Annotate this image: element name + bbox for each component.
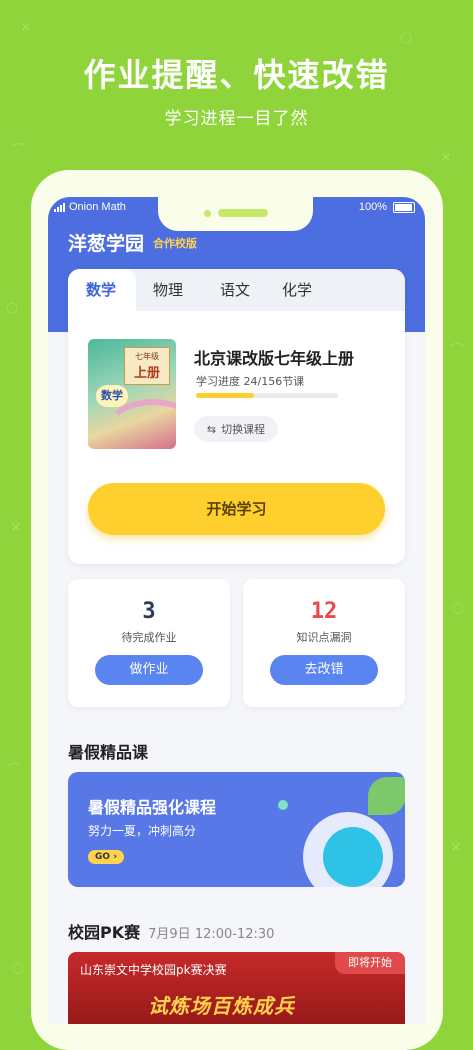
knowledge-gap-count: 12 <box>310 599 338 624</box>
pk-time: 7月9日 12:00-12:30 <box>148 927 275 942</box>
homework-count: 3 <box>142 599 156 624</box>
go-badge[interactable]: GO › <box>88 850 124 864</box>
progress-bar <box>196 393 338 398</box>
chevron-right-icon: › <box>113 852 117 862</box>
app-brand: 洋葱学园 <box>68 233 145 255</box>
course-title: 北京课改版七年级上册 <box>194 349 355 368</box>
brand-tag: 合作校版 <box>153 237 197 250</box>
status-bar-right: 100% <box>359 201 415 213</box>
tab-math[interactable]: 数学 <box>86 279 116 300</box>
summer-section-title: 暑假精品课 <box>68 743 149 762</box>
status-bar-left: Onion Math <box>54 201 126 213</box>
cover-label: 七年级 上册 <box>124 347 170 385</box>
go-label: GO <box>95 852 111 862</box>
progress-fill <box>196 393 255 398</box>
summer-card-subtitle: 努力一夏，冲刺高分 <box>88 824 197 838</box>
homework-card: 3 待完成作业 做作业 <box>68 579 230 707</box>
upcoming-badge: 即将开始 <box>335 952 405 974</box>
camera-dot <box>204 210 211 217</box>
progress-label: 学习进度 24/156节课 <box>196 375 305 388</box>
tab-chinese[interactable]: 语文 <box>220 279 250 300</box>
leaf-icon <box>368 777 405 815</box>
start-learning-button[interactable]: 开始学习 <box>88 483 385 535</box>
dot-decoration <box>278 800 288 810</box>
app-screen: Onion Math 100% 洋葱学园 合作校版 数学 物理 语文 化学 七年… <box>48 197 425 1024</box>
signal-icon <box>54 202 65 212</box>
tab-chemistry[interactable]: 化学 <box>282 279 312 300</box>
switch-course-label: 切换课程 <box>221 423 266 436</box>
mascot-icon <box>323 827 383 887</box>
mistakes-card: 12 知识点漏洞 去改错 <box>243 579 405 707</box>
pk-banner-title: 山东崇文中学校园pk赛决赛 <box>80 963 227 977</box>
subject-tabs: 数学 物理 语文 化学 <box>68 269 405 311</box>
pk-event-banner[interactable]: 山东崇文中学校园pk赛决赛 即将开始 试炼场百炼成兵 <box>68 952 405 1024</box>
pk-section-title: 校园PK赛 7月9日 12:00-12:30 <box>68 919 274 943</box>
switch-course-button[interactable]: ⇆ 切换课程 <box>194 416 278 442</box>
promo-headline: 作业提醒、快速改错 <box>83 56 390 94</box>
cover-grade: 七年级 <box>135 352 159 361</box>
cover-subject: 数学 <box>96 385 128 407</box>
summer-course-banner[interactable]: 暑假精品强化课程 努力一夏，冲刺高分 GO › <box>68 772 405 887</box>
pk-title: 校园PK赛 <box>68 923 141 942</box>
swap-icon: ⇆ <box>206 422 217 436</box>
speaker-grille <box>218 209 268 217</box>
do-homework-button[interactable]: 做作业 <box>95 655 203 685</box>
carrier-name: Onion Math <box>69 201 126 213</box>
knowledge-gap-label: 知识点漏洞 <box>296 631 352 644</box>
pk-slogan: 试炼场百炼成兵 <box>148 994 295 1018</box>
homework-label: 待完成作业 <box>121 631 177 644</box>
textbook-cover[interactable]: 七年级 上册 数学 <box>88 339 176 449</box>
tab-physics[interactable]: 物理 <box>153 279 183 300</box>
promo-subline: 学习进程一目了然 <box>164 109 309 129</box>
battery-icon <box>393 201 415 213</box>
fix-mistakes-button[interactable]: 去改错 <box>270 655 378 685</box>
battery-percent: 100% <box>358 201 387 213</box>
summer-card-title: 暑假精品强化课程 <box>88 798 217 817</box>
course-card: 数学 物理 语文 化学 七年级 上册 数学 北京课改版七年级上册 学习进度 24… <box>68 269 405 564</box>
cover-volume: 上册 <box>133 366 160 381</box>
